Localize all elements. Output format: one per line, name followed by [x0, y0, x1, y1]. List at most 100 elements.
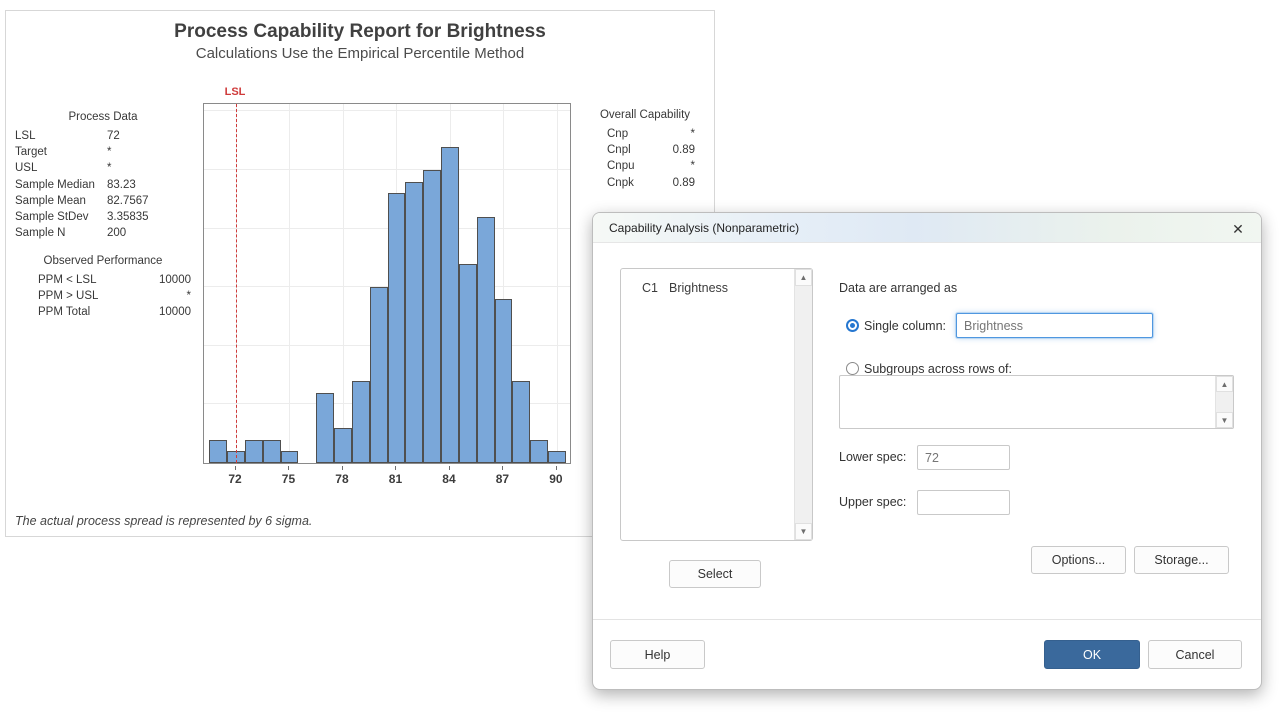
x-axis-tick [556, 466, 557, 470]
process-data-heading: Process Data [15, 109, 191, 126]
overall-capability-rows: Cnp *Cnpl0.89Cnpu*Cnpk0.89 [595, 126, 695, 191]
textarea-scrollbar[interactable]: ▲ ▼ [1215, 376, 1233, 428]
x-axis-tick [235, 466, 236, 470]
x-axis-tick [288, 466, 289, 470]
overall-capability-panel: Overall Capability Cnp *Cnpl0.89Cnpu*Cnpk… [595, 107, 695, 191]
observed-performance-rows: PPM < LSL 10000PPM > USL*PPM Total 10000 [15, 272, 191, 321]
stat-row: Sample N200 [15, 225, 191, 241]
upper-spec-input[interactable] [917, 490, 1010, 515]
stat-row: PPM > USL* [15, 288, 191, 304]
stat-label: Cnp [607, 126, 628, 142]
report-title: Process Capability Report for Brightness [6, 21, 714, 43]
stat-row: Cnp * [595, 126, 695, 142]
arranged-label: Data are arranged as [839, 281, 957, 295]
histogram-bar [477, 217, 495, 463]
x-tick-label: 78 [335, 472, 348, 486]
histogram-bar [316, 393, 334, 463]
stat-row: USL* [15, 160, 191, 176]
stat-row: Sample Mean82.7567 [15, 193, 191, 209]
cancel-button[interactable]: Cancel [1148, 640, 1242, 669]
stat-label: Cnpk [607, 175, 634, 191]
scroll-up-icon[interactable]: ▲ [795, 269, 812, 286]
subgroups-label[interactable]: Subgroups across rows of: [864, 362, 1012, 376]
stat-row: PPM Total 10000 [15, 304, 191, 320]
histogram-plot [203, 103, 571, 464]
capability-analysis-dialog: Capability Analysis (Nonparametric) ✕ C1… [592, 212, 1262, 690]
histogram-bar [548, 451, 566, 463]
stat-label: Sample Median [15, 177, 107, 193]
footer-divider [593, 619, 1261, 620]
x-axis-tick [502, 466, 503, 470]
x-tick-label: 75 [282, 472, 295, 486]
x-tick-label: 87 [496, 472, 509, 486]
histogram-bar [334, 428, 352, 463]
stat-label: Cnpu [607, 158, 635, 174]
storage-button[interactable]: Storage... [1134, 546, 1229, 574]
stat-row: Cnpl0.89 [595, 142, 695, 158]
scroll-up-icon[interactable]: ▲ [1216, 376, 1233, 392]
stat-row: Sample StDev3.35835 [15, 209, 191, 225]
columns-listbox[interactable]: C1Brightness ▲ ▼ [620, 268, 813, 541]
column-id: C1 [642, 281, 669, 295]
histogram-bar [495, 299, 513, 463]
stat-value: * [187, 288, 191, 304]
column-name: Brightness [669, 281, 728, 295]
stat-value: 10000 [159, 304, 191, 320]
subgroups-textarea[interactable]: ▲ ▼ [839, 375, 1234, 429]
single-column-input[interactable] [956, 313, 1153, 338]
stat-label: Sample Mean [15, 193, 107, 209]
histogram-bar [388, 193, 406, 463]
stat-label: Sample N [15, 225, 107, 241]
histogram-bar [512, 381, 530, 463]
x-tick-label: 72 [228, 472, 241, 486]
single-column-radio[interactable] [846, 319, 859, 332]
histogram-bar [423, 170, 441, 463]
histogram-bar [459, 264, 477, 463]
stat-row: Cnpk0.89 [595, 175, 695, 191]
dialog-titlebar[interactable]: Capability Analysis (Nonparametric) ✕ [593, 213, 1261, 243]
stat-row: Cnpu* [595, 158, 695, 174]
process-data-panel: Process Data LSL72Target*USL*Sample Medi… [15, 109, 191, 241]
stat-value: 82.7567 [107, 193, 149, 209]
ok-button[interactable]: OK [1044, 640, 1140, 669]
stat-value: 3.35835 [107, 209, 149, 225]
histogram-bar [352, 381, 370, 463]
listbox-scrollbar[interactable]: ▲ ▼ [794, 269, 812, 540]
histogram-bar [441, 147, 459, 463]
stat-label: LSL [15, 128, 107, 144]
stat-label: PPM < LSL [38, 272, 97, 288]
scroll-down-icon[interactable]: ▼ [795, 523, 812, 540]
stat-row: Sample Median83.23 [15, 177, 191, 193]
stat-label: PPM Total [38, 304, 90, 320]
stat-value: * [107, 144, 111, 160]
stat-value: 10000 [159, 272, 191, 288]
stat-value: * [691, 126, 695, 142]
select-button[interactable]: Select [669, 560, 761, 588]
observed-performance-heading: Observed Performance [15, 253, 191, 270]
single-column-label[interactable]: Single column: [864, 319, 946, 333]
stat-row: LSL72 [15, 128, 191, 144]
upper-spec-label: Upper spec: [839, 495, 906, 509]
lsl-label: LSL [225, 86, 246, 98]
histogram-bar [281, 451, 299, 463]
options-button[interactable]: Options... [1031, 546, 1126, 574]
report-footnote: The actual process spread is represented… [15, 514, 312, 528]
subgroups-radio[interactable] [846, 362, 859, 375]
histogram-bar [530, 440, 548, 463]
scroll-down-icon[interactable]: ▼ [1216, 412, 1233, 428]
histogram-bar [245, 440, 263, 463]
histogram-bar [263, 440, 281, 463]
stat-value: 72 [107, 128, 120, 144]
lower-spec-input[interactable] [917, 445, 1010, 470]
help-button[interactable]: Help [610, 640, 705, 669]
list-item[interactable]: C1Brightness [621, 269, 812, 295]
dialog-title: Capability Analysis (Nonparametric) [609, 221, 799, 235]
stat-label: Target [15, 144, 107, 160]
stat-label: USL [15, 160, 107, 176]
observed-performance-panel: Observed Performance PPM < LSL 10000PPM >… [15, 253, 191, 321]
close-icon[interactable]: ✕ [1227, 218, 1249, 240]
stat-label: Cnpl [607, 142, 631, 158]
process-data-rows: LSL72Target*USL*Sample Median83.23Sample… [15, 128, 191, 241]
stat-value: 200 [107, 225, 126, 241]
overall-capability-heading: Overall Capability [595, 107, 695, 124]
